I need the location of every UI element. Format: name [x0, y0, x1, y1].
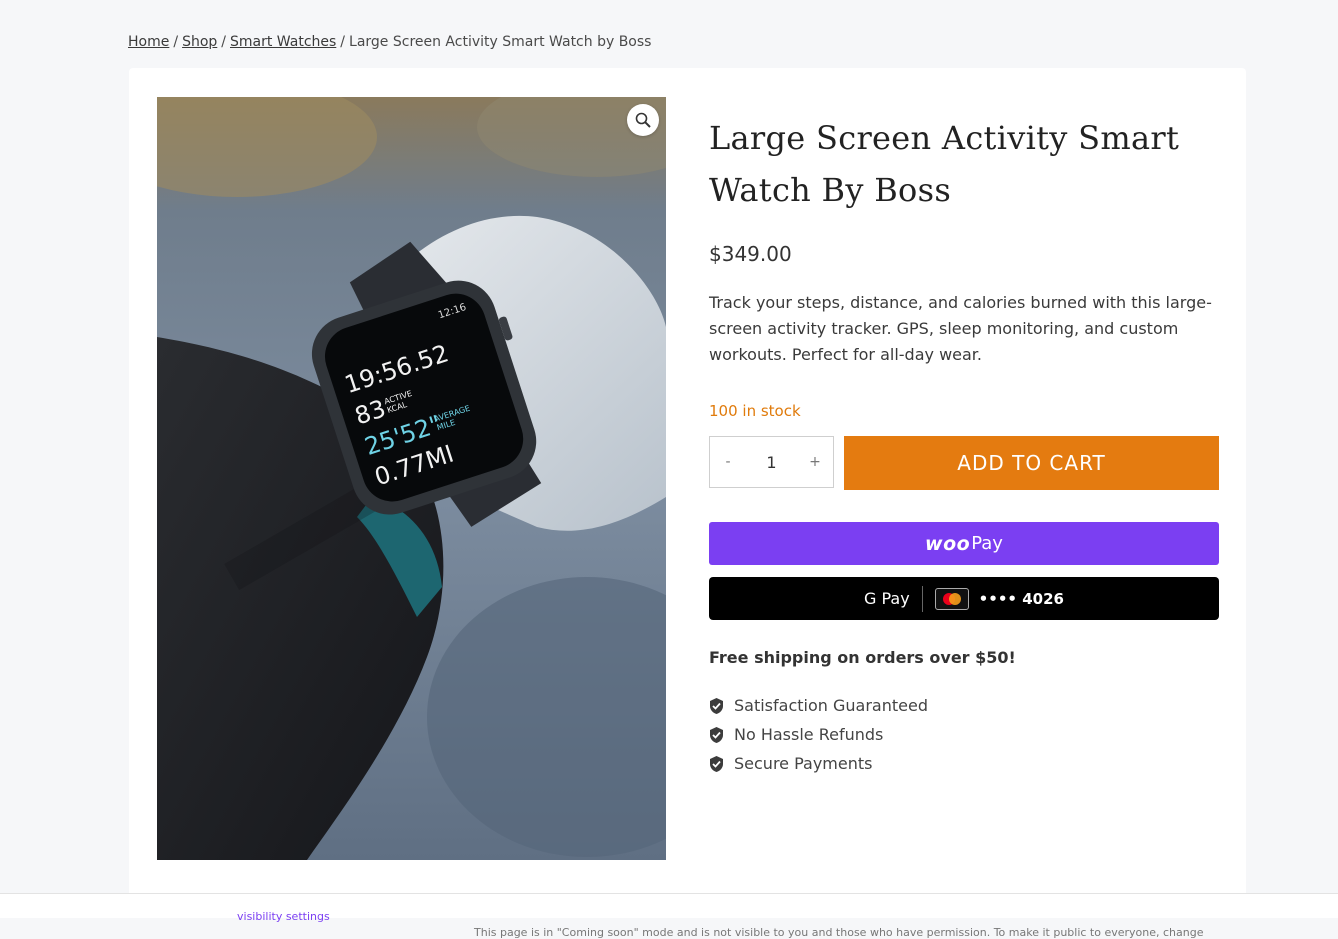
quantity-input[interactable]: 1	[766, 453, 776, 472]
benefit-label: Satisfaction Guaranteed	[734, 696, 928, 715]
watch-time: 12:16	[437, 302, 468, 321]
google-pay-button[interactable]: G Pay •••• 4026	[709, 577, 1219, 620]
list-item: Secure Payments	[709, 749, 1219, 778]
watch-screen: 12:16 19:56.52 83 ACTIVE KCAL 25'52" AVE…	[341, 302, 471, 491]
benefit-label: Secure Payments	[734, 754, 873, 773]
list-item: No Hassle Refunds	[709, 720, 1219, 749]
product-image[interactable]: 12:16 19:56.52 83 ACTIVE KCAL 25'52" AVE…	[157, 97, 666, 860]
google-pay-logo: G Pay	[863, 589, 910, 608]
woopay-button[interactable]: woo Pay	[709, 522, 1219, 565]
add-to-cart-button[interactable]: ADD TO CART	[844, 436, 1219, 490]
benefit-label: No Hassle Refunds	[734, 725, 884, 744]
breadcrumb: Home / Shop / Smart Watches / Large Screen Act…	[128, 34, 651, 50]
quantity-stepper: - 1 +	[709, 436, 834, 488]
breadcrumb-separator: /	[340, 34, 346, 50]
breadcrumb-separator: /	[173, 34, 179, 50]
list-item: Satisfaction Guaranteed	[709, 691, 1219, 720]
product-price: $349.00	[709, 242, 792, 266]
zoom-button[interactable]	[627, 104, 659, 136]
gpay-divider	[921, 585, 923, 612]
coming-soon-text: This page is in "Coming soon" mode and i…	[474, 926, 1204, 939]
breadcrumb-shop[interactable]: Shop	[182, 34, 217, 50]
check-shield-icon	[709, 726, 724, 743]
check-shield-icon	[709, 697, 724, 714]
product-description: Track your steps, distance, and calories…	[709, 293, 1212, 364]
breadcrumb-current: Large Screen Activity Smart Watch by Bos…	[349, 34, 652, 50]
check-shield-icon	[709, 755, 724, 772]
zoom-icon	[635, 112, 651, 128]
breadcrumb-smart-watches[interactable]: Smart Watches	[230, 34, 336, 50]
woopay-logo-pay: Pay	[971, 533, 1003, 554]
product-summary: Large Screen Activity Smart Watch By Bos…	[709, 112, 1219, 778]
card-last-digits: •••• 4026	[978, 589, 1064, 608]
breadcrumb-home[interactable]: Home	[128, 34, 169, 50]
breadcrumb-separator: /	[221, 34, 226, 50]
mastercard-icon	[934, 587, 969, 610]
benefits-list: Satisfaction Guaranteed No Hassle Refund…	[709, 691, 1219, 778]
watch-duration: 19:56.52	[341, 339, 452, 399]
quantity-decrease-button[interactable]: -	[720, 454, 736, 470]
woopay-logo: woo	[925, 532, 971, 555]
free-shipping-notice: Free shipping on orders over $50!	[709, 648, 1016, 667]
add-to-cart-form: - 1 + ADD TO CART	[709, 436, 1219, 490]
product-title: Large Screen Activity Smart Watch By Bos…	[709, 119, 1180, 209]
coming-soon-notice: This page is in "Coming soon" mode and i…	[0, 893, 1338, 939]
quantity-increase-button[interactable]: +	[807, 454, 823, 470]
product-card: 12:16 19:56.52 83 ACTIVE KCAL 25'52" AVE…	[129, 68, 1246, 898]
stock-status: 100 in stock	[709, 402, 801, 420]
